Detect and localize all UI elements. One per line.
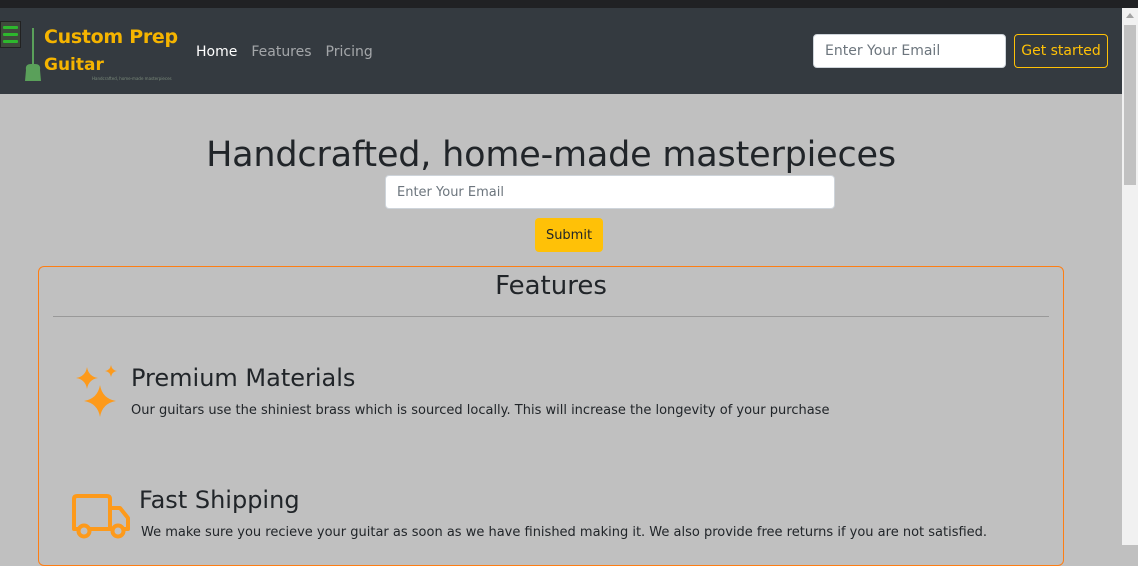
feature-title-fast-shipping: Fast Shipping [139,486,300,514]
sparkles-icon [76,365,117,417]
nav-link-pricing[interactable]: Pricing [326,44,373,60]
page-scrollbar[interactable] [1122,8,1138,545]
logo-line2: Guitar [44,55,104,75]
brand-logo[interactable]: Custom Prep Guitar Handcrafted, home-mad… [22,26,178,84]
get-started-button[interactable]: Get started [1014,34,1108,68]
menu-toggle-icon[interactable] [0,21,21,48]
feature-text-premium-materials: Our guitars use the shiniest brass which… [131,403,830,418]
features-divider [53,316,1049,317]
features-section: Features Premium Materials Our guitars u… [38,266,1064,566]
truck-icon [72,494,130,539]
feature-text-fast-shipping: We make sure you recieve your guitar as … [141,525,988,540]
logo-tagline: Handcrafted, home-made masterpieces [92,76,172,81]
nav-link-home[interactable]: Home [196,44,237,60]
logo-line1: Custom Prep [44,26,178,48]
guitar-icon [25,28,41,81]
scrollbar-thumb[interactable] [1124,25,1136,185]
nav-email-input[interactable] [813,34,1006,68]
feature-title-premium-materials: Premium Materials [131,364,356,392]
browser-top-strip [0,0,1138,8]
submit-button[interactable]: Submit [535,218,603,252]
hero-title: Handcrafted, home-made masterpieces [206,135,896,176]
scroll-up-icon[interactable] [1126,13,1134,18]
features-title: Features [495,271,607,301]
nav-links: Home Features Pricing [196,44,373,60]
nav-link-features[interactable]: Features [251,44,311,60]
hero-email-input[interactable] [385,175,835,209]
navbar: Custom Prep Guitar Handcrafted, home-mad… [0,8,1122,94]
